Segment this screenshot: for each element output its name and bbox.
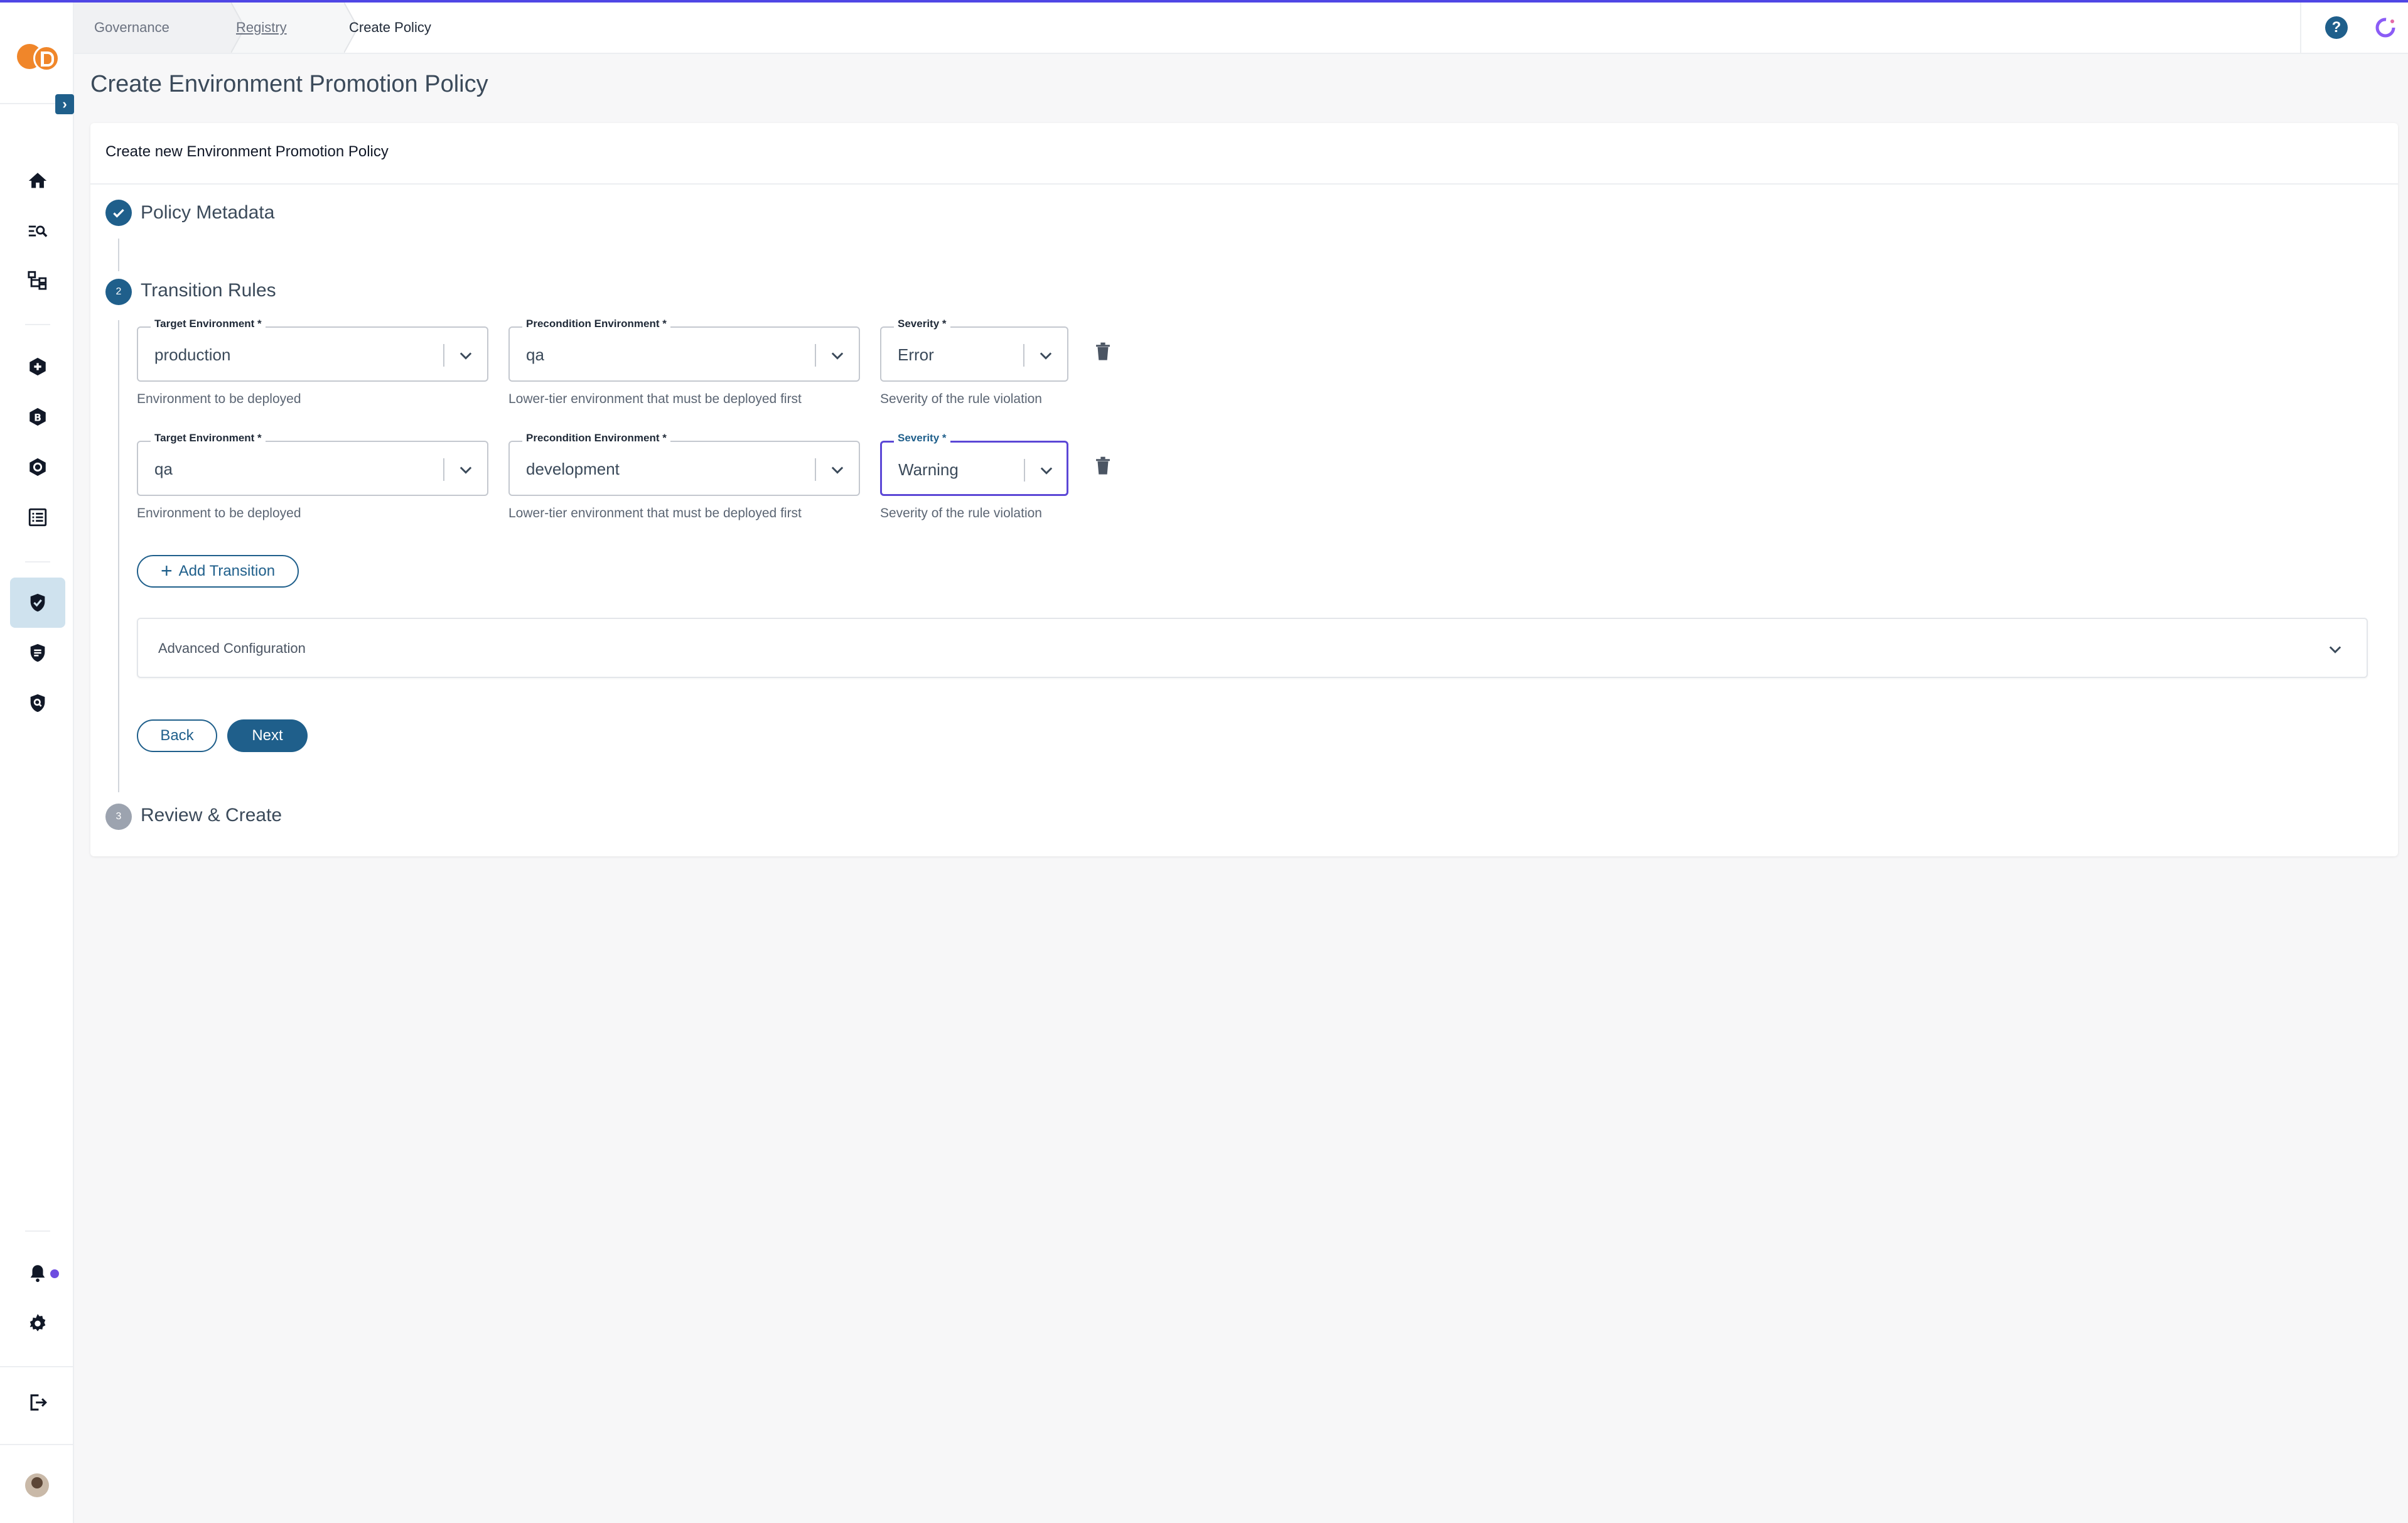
precondition-environment-helper: Lower-tier environment that must be depl… <box>508 392 802 406</box>
page-title: Create Environment Promotion Policy <box>90 71 488 97</box>
sidebar-divider <box>25 561 50 562</box>
select-separator <box>443 344 444 367</box>
help-icon[interactable]: ? <box>2325 16 2348 39</box>
chevron-down-icon[interactable] <box>1038 461 1055 479</box>
step-number-2: 2 <box>105 279 132 305</box>
sidebar-expand-button[interactable]: › <box>55 94 74 114</box>
card-header: Create new Environment Promotion Policy <box>90 123 2398 185</box>
card-title: Create new Environment Promotion Policy <box>105 143 389 160</box>
plus-hexagon-icon[interactable] <box>24 353 51 380</box>
target-environment-value: production <box>154 345 231 364</box>
topbar-actions: ? <box>2300 3 2408 53</box>
next-button[interactable]: Next <box>227 719 308 752</box>
chevron-down-icon[interactable] <box>1037 347 1055 364</box>
component-hexagon-icon[interactable] <box>24 453 51 481</box>
select-separator <box>815 458 816 481</box>
chevron-down-icon[interactable] <box>829 461 846 478</box>
target-environment-helper: Environment to be deployed <box>137 506 301 520</box>
chevron-down-icon[interactable] <box>2326 640 2344 658</box>
severity-label: Severity * <box>894 318 950 330</box>
home-icon[interactable] <box>24 167 51 195</box>
select-separator <box>443 458 444 481</box>
notification-dot <box>50 1269 59 1278</box>
severity-value: Error <box>898 345 934 364</box>
sidebar-divider <box>25 1230 50 1232</box>
target-environment-box[interactable]: production <box>137 326 488 382</box>
target-environment-label: Target Environment * <box>151 318 266 330</box>
severity-helper: Severity of the rule violation <box>880 506 1042 520</box>
logout-icon[interactable] <box>24 1389 51 1416</box>
advanced-configuration-label: Advanced Configuration <box>158 640 306 656</box>
b-hexagon-icon[interactable]: B <box>24 403 51 431</box>
chevron-down-icon[interactable] <box>457 461 475 478</box>
sidebar-divider <box>25 324 50 325</box>
svg-text:B: B <box>34 412 41 423</box>
precondition-environment-label: Precondition Environment * <box>522 432 670 444</box>
severity-box-focused[interactable]: Warning <box>880 441 1068 496</box>
step-label-review-create: Review & Create <box>141 805 282 826</box>
bell-icon[interactable] <box>24 1259 51 1287</box>
target-environment-label: Target Environment * <box>151 432 266 444</box>
shield-check-icon[interactable] <box>24 589 51 616</box>
avatar[interactable] <box>25 1473 49 1497</box>
precondition-environment-value: development <box>526 460 620 478</box>
target-environment-box[interactable]: qa <box>137 441 488 496</box>
advanced-configuration-accordion[interactable]: Advanced Configuration <box>137 618 2368 678</box>
profile-ring-icon[interactable] <box>2374 16 2397 39</box>
policy-form-card: Create new Environment Promotion Policy … <box>90 123 2398 856</box>
sidebar-divider <box>0 1444 73 1445</box>
select-separator <box>1023 344 1024 367</box>
severity-box[interactable]: Error <box>880 326 1068 382</box>
table-list-icon[interactable] <box>24 503 51 531</box>
step-label-transition-rules: Transition Rules <box>141 280 276 301</box>
add-transition-label: Add Transition <box>178 562 276 579</box>
target-environment-value: qa <box>154 460 173 478</box>
step-connector <box>118 320 119 792</box>
breadcrumb-registry[interactable]: Registry <box>236 3 287 53</box>
step-number-3: 3 <box>105 804 132 830</box>
add-transition-button[interactable]: + Add Transition <box>137 555 299 588</box>
chevron-down-icon[interactable] <box>829 347 846 364</box>
logo[interactable] <box>17 44 60 72</box>
back-button[interactable]: Back <box>137 719 217 752</box>
precondition-environment-helper: Lower-tier environment that must be depl… <box>508 506 802 520</box>
target-environment-helper: Environment to be deployed <box>137 392 301 406</box>
severity-value: Warning <box>898 460 959 479</box>
precondition-environment-label: Precondition Environment * <box>522 318 670 330</box>
breadcrumb-governance[interactable]: Governance <box>94 3 169 53</box>
shield-list-icon[interactable] <box>24 639 51 667</box>
severity-helper: Severity of the rule violation <box>880 392 1042 406</box>
delete-rule-trash-icon[interactable] <box>1094 340 1112 362</box>
breadcrumb-current: Create Policy <box>349 19 431 35</box>
select-separator <box>1024 459 1025 482</box>
chevron-down-icon[interactable] <box>457 347 475 364</box>
sidebar-divider <box>0 1366 73 1367</box>
step-label-policy-metadata[interactable]: Policy Metadata <box>141 202 274 223</box>
severity-label: Severity * <box>894 432 950 444</box>
plus-icon: + <box>160 559 173 582</box>
select-separator <box>815 344 816 367</box>
top-bar: Governance Registry Create Policy ? <box>74 3 2408 54</box>
search-list-icon[interactable] <box>24 217 51 245</box>
gear-icon[interactable] <box>24 1310 51 1337</box>
step-complete-icon <box>105 200 132 226</box>
hierarchy-icon[interactable] <box>24 266 51 294</box>
precondition-environment-value: qa <box>526 345 544 364</box>
precondition-environment-box[interactable]: qa <box>508 326 860 382</box>
step-connector <box>118 239 119 271</box>
shield-search-icon[interactable] <box>24 689 51 717</box>
delete-rule-trash-icon[interactable] <box>1094 455 1112 476</box>
precondition-environment-box[interactable]: development <box>508 441 860 496</box>
sidebar: › B <box>0 3 74 1523</box>
